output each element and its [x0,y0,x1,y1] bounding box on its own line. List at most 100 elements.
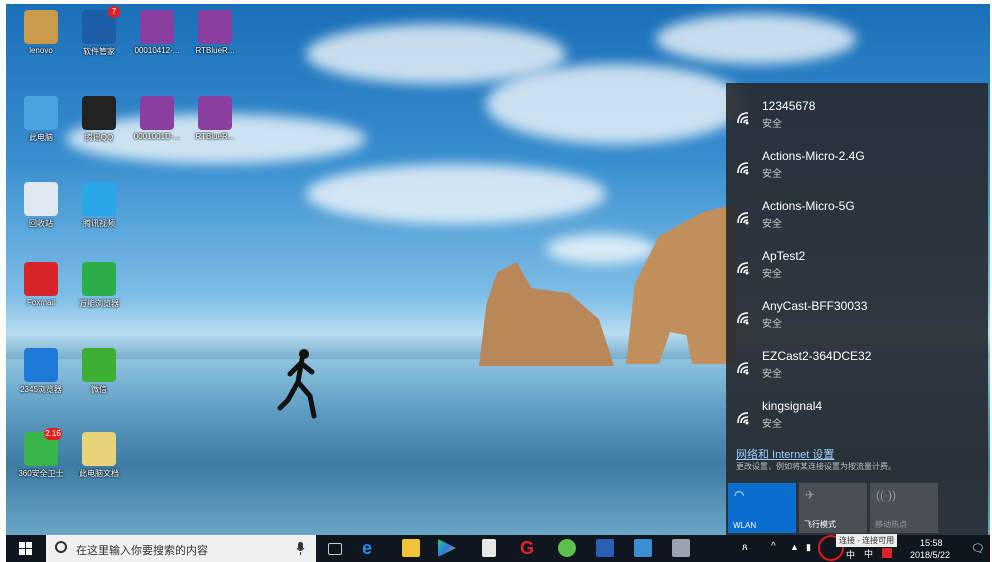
network-app-icon[interactable] [672,539,690,557]
wifi-network-status: 安全 [762,369,782,380]
desktop-icon[interactable]: 7 软件管家 [68,6,130,57]
calculator-icon[interactable] [482,539,496,557]
wifi-network-item[interactable]: 12345678 安全 [726,97,988,147]
taskbar-search-box[interactable]: 在这里输入你要搜索的内容 [46,535,316,562]
photos-icon[interactable] [634,539,652,557]
desktop-icon[interactable]: 此电脑文档 [68,432,130,479]
network-settings-link[interactable]: 网络和 Internet 设置 [736,446,834,462]
desktop-icon-label: 软件管家 [83,47,115,56]
lenovo-user-icon [24,10,58,44]
microphone-icon[interactable] [296,542,305,555]
desktop-icon-label: 腾讯QQ [84,133,114,142]
quick-action-tile[interactable]: ◠ WLAN [728,483,796,533]
clock-date[interactable]: 2018/5/22 [910,550,950,560]
desktop-icon-label: 360安全卫士 [18,469,64,478]
wifi-network-status: 安全 [762,219,782,230]
antivirus-tray-icon[interactable] [882,548,892,558]
network-settings-description: 更改设置，例如将某连接设置为按流量计费。 [736,462,896,471]
wifi-network-item[interactable]: EZCast2-364DCE32 安全 [726,347,988,397]
desktop-icon-label: 2345浏览器 [20,385,62,394]
windows-start-icon[interactable] [19,542,32,555]
desktop-icon[interactable]: lenovo [10,10,72,55]
wifi-network-status: 安全 [762,169,782,180]
rock-formation [479,262,614,366]
wifi-network-name: ApTest2 [762,249,806,263]
edge-browser-icon[interactable]: e [362,539,380,557]
wechat-icon [82,348,116,382]
software-manager-icon: 7 [82,6,120,44]
runner-silhouette [277,349,317,419]
document-icon [82,432,116,466]
tencent-video-icon [82,182,116,216]
wifi-network-status: 安全 [762,269,782,280]
desktop-icon[interactable]: 腾讯QQ [68,96,130,143]
desktop-icon[interactable]: RTBlueR... [184,10,246,55]
wifi-network-item[interactable]: kingsignal4 安全 [726,397,988,447]
desktop-icon[interactable]: 腾讯视频 [68,182,130,229]
action-center-icon[interactable]: 🗨 [971,542,985,555]
desktop-icon[interactable]: 微信 [68,348,130,395]
desktop-icon[interactable]: Foxmail [10,262,72,307]
desktop-icon[interactable]: 2.16 360安全卫士 [10,428,72,479]
wifi-signal-icon [737,212,749,225]
desktop-icon[interactable]: 0001001D-... [126,96,188,141]
cloud [486,64,746,144]
360-guard-icon: 2.16 [24,428,62,466]
wifi-signal-icon [737,112,749,125]
word-icon[interactable] [596,539,614,557]
desktop-icon[interactable]: 2345浏览器 [10,348,72,395]
wifi-signal-icon [737,262,749,275]
battery-icon[interactable]: ▮ [806,542,811,553]
winrar-archive-icon [140,96,174,130]
notification-badge: 2.16 [44,428,62,440]
wifi-network-item[interactable]: Actions-Micro-5G 安全 [726,197,988,247]
tray-app-icon[interactable]: ▲ [790,542,799,552]
desktop-icon-label: 00010412-... [134,46,180,55]
quick-action-tile[interactable]: ✈ 飞行模式 [799,483,867,533]
cloud [656,14,856,64]
clock-time[interactable]: 15:58 [920,538,943,548]
foxmail-taskbar-icon[interactable]: G [520,539,538,557]
wifi-network-status: 安全 [762,319,782,330]
chevron-up-icon[interactable]: ^ [771,541,776,552]
file-explorer-icon[interactable] [402,539,420,557]
ime-indicator[interactable]: 中 [846,548,855,561]
wifi-network-name: 12345678 [762,99,816,113]
cloud [546,234,656,264]
desktop-icon[interactable]: 00010412-... [126,10,188,55]
play-store-icon[interactable] [438,539,456,557]
cortana-circle-icon [55,541,67,553]
wifi-signal-icon [737,312,749,325]
cloud [306,164,606,224]
task-view-icon[interactable] [328,543,342,555]
recycle-bin-icon [24,182,58,216]
people-icon[interactable]: ጸ [742,542,748,553]
taskbar: 在这里输入你要搜索的内容 e G ጸ ^ ▲ ▮ 连接 - 连接可用 中 中 1… [6,534,990,562]
wifi-network-status: 安全 [762,119,782,130]
this-pc-icon [24,96,58,130]
winrar-archive-icon [198,96,232,130]
wifi-signal-icon [737,412,749,425]
input-method-icon[interactable]: 中 [864,547,873,560]
quick-action-label: 移动热点 [875,520,907,529]
desktop-icon-label: 此电脑 [29,133,53,142]
wifi-signal-icon [737,162,749,175]
desktop-icon[interactable]: 回收站 [10,182,72,229]
desktop-icon[interactable]: 此电脑 [10,96,72,143]
wifi-network-item[interactable]: AnyCast-BFF30033 安全 [726,297,988,347]
quick-action-tile[interactable]: ((·)) 移动热点 [870,483,938,533]
desktop-icon-label: RTBlueR... [195,132,235,141]
rock-arch [626,204,736,364]
winrar-archive-icon [198,10,232,44]
wifi-network-item[interactable]: Actions-Micro-2.4G 安全 [726,147,988,197]
wifi-flyout-panel: 12345678 安全 Actions-Micro-2.4G 安全 Actions-Mi… [726,83,988,535]
desktop-icon[interactable]: RTBlueR... [184,96,246,141]
wechat-taskbar-icon[interactable] [558,539,576,557]
ie-browser-icon [24,348,58,382]
wifi-network-item[interactable]: ApTest2 安全 [726,247,988,297]
airplane-icon: ✈ [805,488,816,502]
desktop-icon[interactable]: 万能浏览器 [68,262,130,309]
hotspot-icon: ((·)) [876,488,896,502]
quick-action-label: 飞行模式 [804,520,836,529]
wifi-signal-icon [737,362,749,375]
